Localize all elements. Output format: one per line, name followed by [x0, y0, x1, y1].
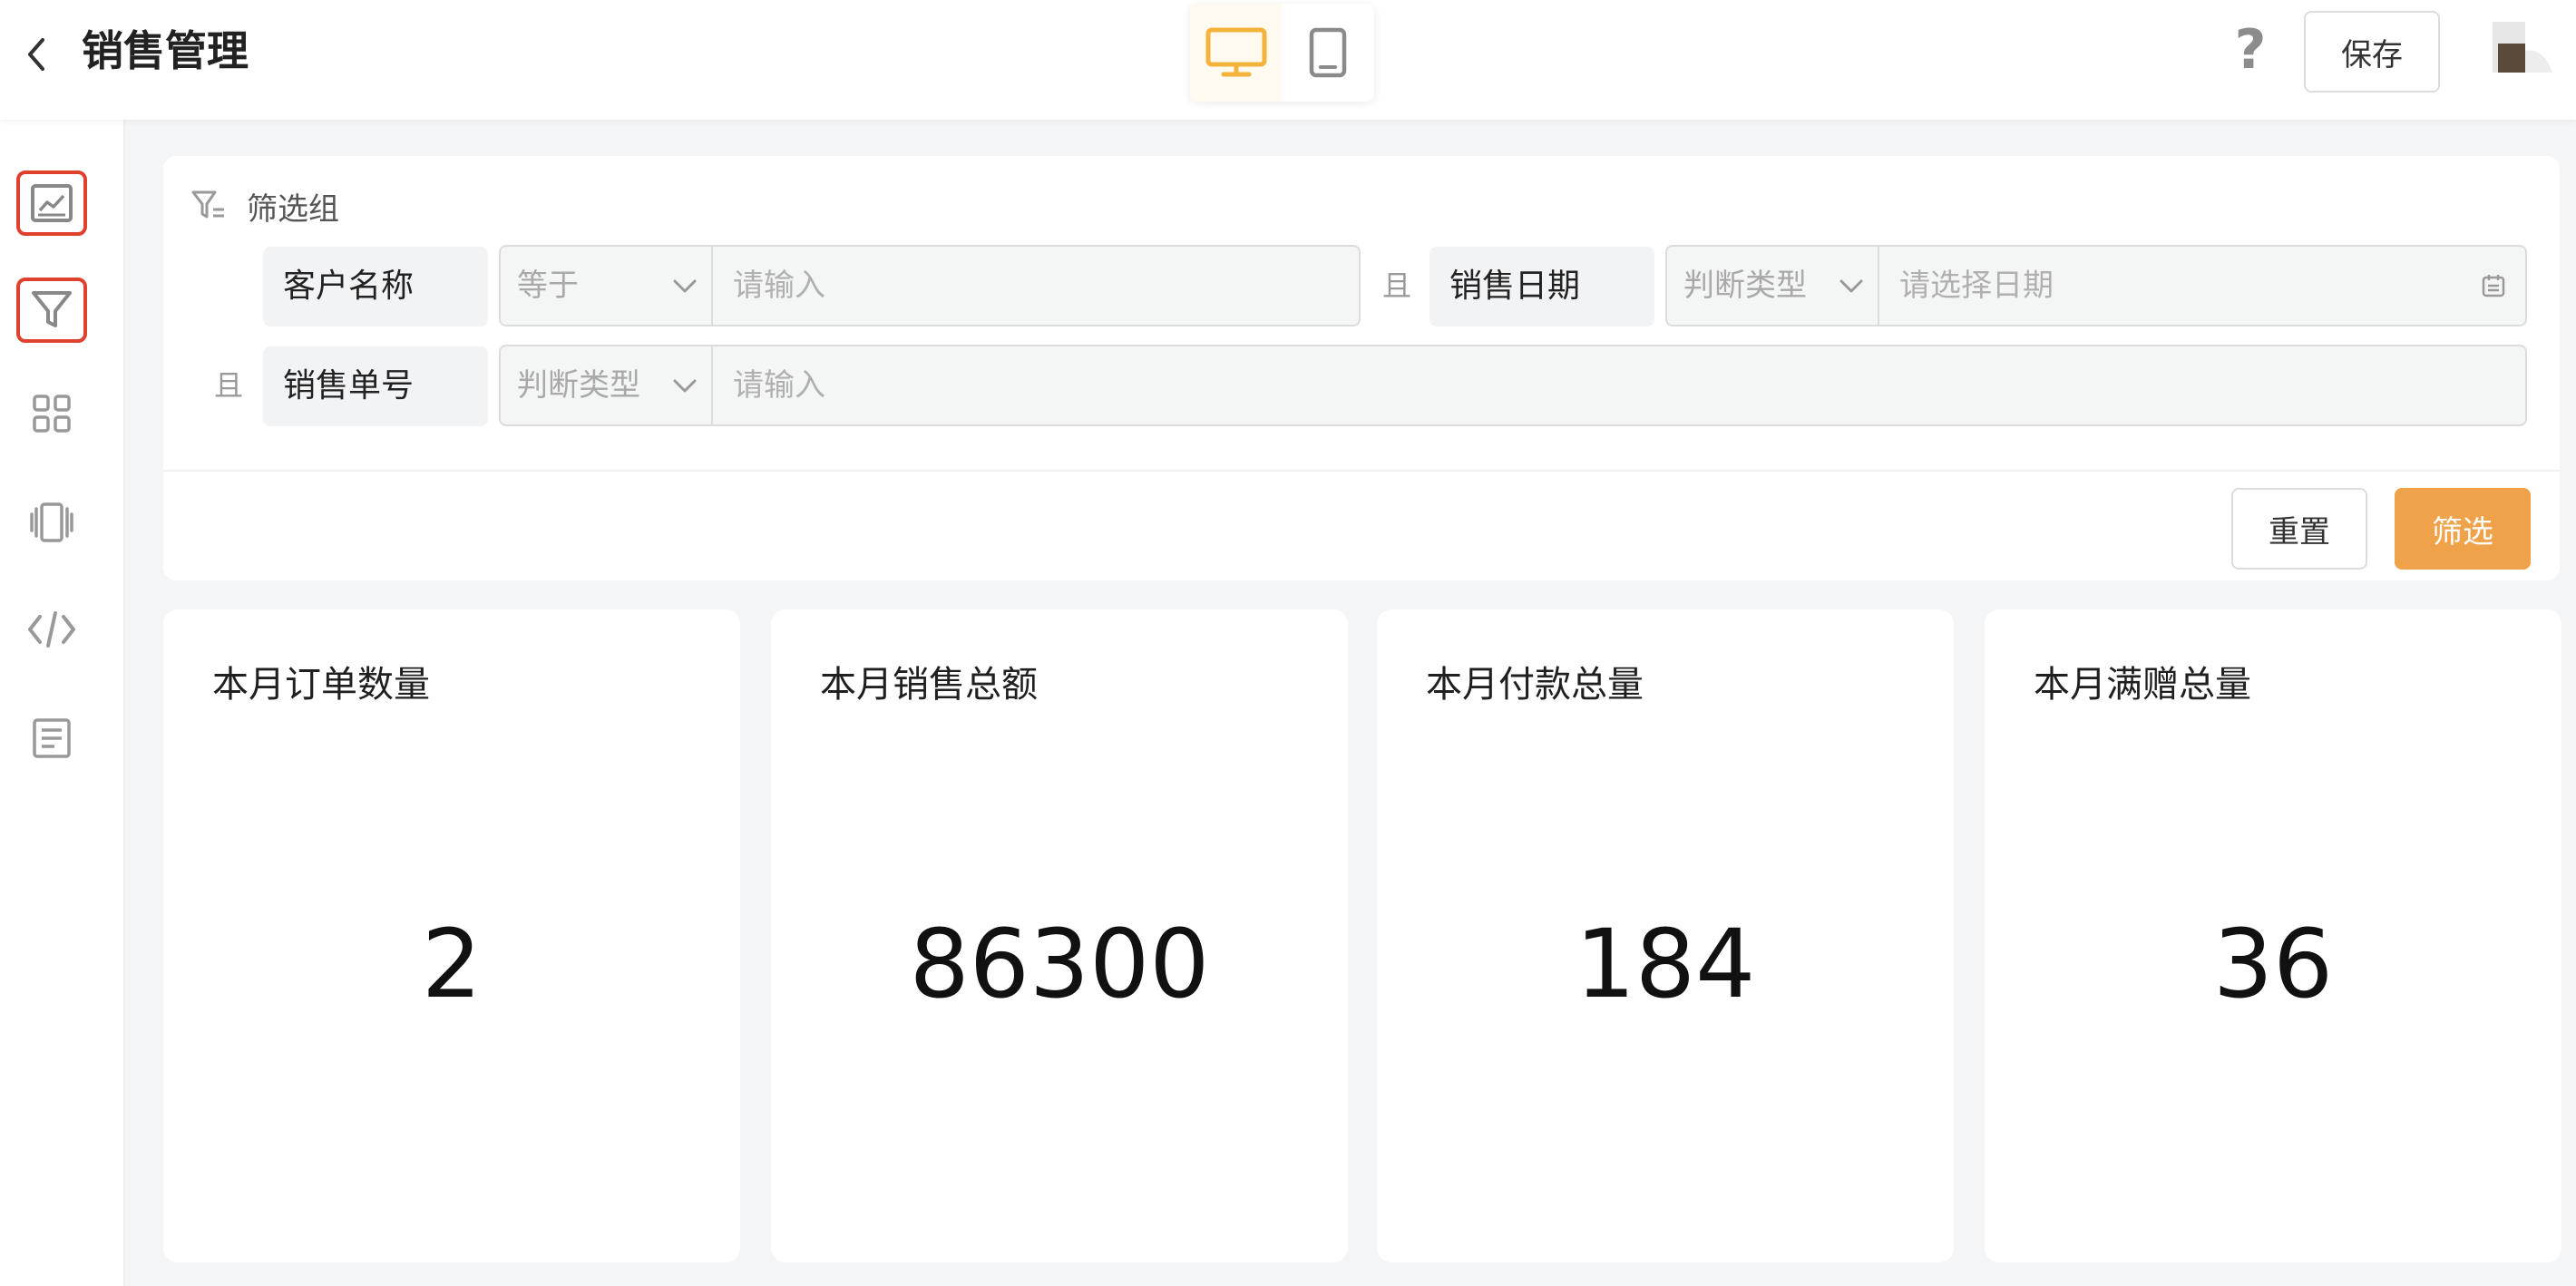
condition-field-customer-name: 客户名称	[263, 247, 488, 326]
chart-panel-icon	[31, 184, 73, 222]
filter-settings-icon	[191, 190, 224, 219]
stat-title: 本月付款总量	[1426, 664, 1644, 706]
filter-panel: 筛选组 客户名称 等于 请输入 且 销售日期 判断类型 请选择日期 且 销售单号…	[163, 156, 2560, 580]
sidebar-item-filter[interactable]	[16, 278, 87, 343]
filter-group-header: 筛选组	[190, 183, 339, 229]
chevron-down-icon	[673, 379, 697, 393]
sidebar	[0, 120, 125, 1286]
condition-field-sales-date: 销售日期	[1429, 247, 1654, 326]
save-button[interactable]: 保存	[2304, 11, 2440, 93]
input-placeholder: 请输入	[733, 367, 825, 404]
stat-title: 本月满赠总量	[2034, 664, 2251, 706]
chevron-down-icon	[673, 279, 697, 293]
operator-value: 判断类型	[1683, 268, 1807, 304]
monitor-icon	[1205, 27, 1266, 77]
stat-card-gifts: 本月满赠总量 36	[1985, 609, 2561, 1262]
conjunction-and: 且	[1382, 268, 1412, 303]
sidebar-item-document[interactable]	[16, 706, 87, 771]
condition-operator-select[interactable]: 判断类型	[1665, 245, 1879, 326]
sidebar-item-carousel[interactable]	[16, 490, 87, 555]
stat-value: 2	[421, 909, 483, 1019]
sales-date-picker[interactable]: 请选择日期	[1879, 245, 2527, 326]
sidebar-item-chart[interactable]	[16, 170, 87, 236]
operator-value: 等于	[517, 268, 579, 304]
code-icon	[28, 611, 75, 648]
document-icon	[33, 718, 71, 758]
help-button[interactable]: ?	[2228, 18, 2273, 82]
condition-field-sales-order-no: 销售单号	[263, 346, 488, 426]
filter-submit-button[interactable]: 筛选	[2395, 488, 2531, 570]
grid-icon	[33, 395, 71, 433]
input-placeholder: 请选择日期	[1899, 268, 2054, 304]
stat-value: 86300	[909, 909, 1210, 1019]
tablet-icon	[1309, 27, 1346, 78]
sales-order-no-input[interactable]: 请输入	[713, 345, 2527, 426]
stat-title: 本月订单数量	[212, 664, 430, 706]
top-bar: 销售管理 ? 保存	[0, 0, 2576, 120]
calendar-icon	[2482, 275, 2505, 297]
back-button[interactable]	[16, 27, 56, 82]
stat-title: 本月销售总额	[820, 664, 1038, 706]
page-title: 销售管理	[82, 26, 249, 75]
operator-value: 判断类型	[517, 367, 640, 404]
stat-card-sales-amount: 本月销售总额 86300	[771, 609, 1348, 1262]
sidebar-item-code[interactable]	[16, 597, 87, 662]
stat-value: 36	[2212, 909, 2334, 1019]
stat-value: 184	[1575, 909, 1756, 1019]
avatar-icon	[2493, 22, 2552, 73]
stat-card-payments: 本月付款总量 184	[1377, 609, 1954, 1262]
chevron-down-icon	[1839, 279, 1863, 293]
avatar[interactable]	[2493, 20, 2556, 74]
device-switch	[1190, 4, 1374, 102]
sidebar-item-grid[interactable]	[16, 381, 87, 446]
stat-card-orders: 本月订单数量 2	[163, 609, 740, 1262]
reset-button[interactable]: 重置	[2231, 488, 2367, 570]
question-icon: ?	[2234, 18, 2267, 82]
condition-operator-select[interactable]: 判断类型	[499, 345, 713, 426]
desktop-view-button[interactable]	[1190, 4, 1282, 102]
tablet-view-button[interactable]	[1282, 4, 1373, 102]
carousel-icon	[30, 502, 73, 542]
filter-group-title: 筛选组	[247, 190, 339, 228]
condition-operator-select[interactable]: 等于	[499, 245, 713, 326]
chevron-left-icon	[28, 38, 44, 71]
conjunction-and: 且	[214, 368, 244, 403]
filter-icon	[32, 291, 72, 327]
input-placeholder: 请输入	[733, 268, 825, 304]
customer-name-input[interactable]: 请输入	[713, 245, 1361, 326]
divider	[163, 470, 2560, 472]
